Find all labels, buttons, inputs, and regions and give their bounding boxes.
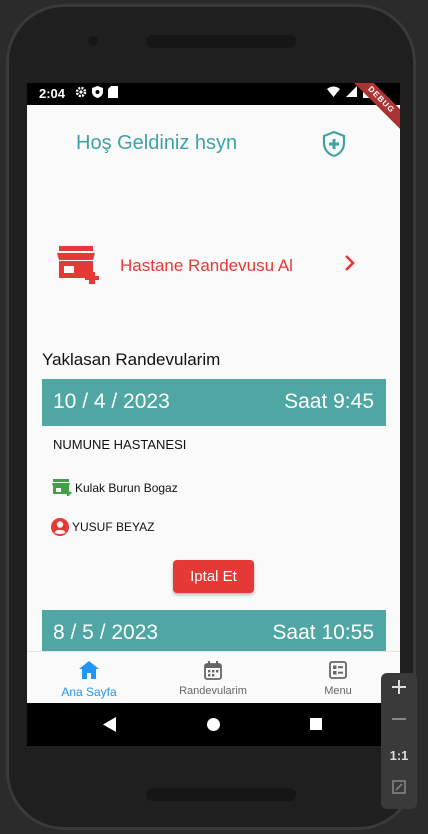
settings-icon: [75, 86, 87, 98]
appointment-time: Saat 10:55: [272, 621, 374, 644]
hospital-add-icon: [57, 246, 103, 289]
zoom-in-button[interactable]: [381, 679, 417, 700]
cancel-appointment-button[interactable]: Iptal Et: [173, 560, 254, 593]
home-button-icon[interactable]: [207, 718, 220, 731]
status-bar: 2:04 DEBUG: [27, 83, 400, 137]
shield-status-icon: [92, 86, 103, 98]
hospital-appointment-button[interactable]: Hastane Randevusu Al: [27, 223, 400, 305]
doctor-label: YUSUF BEYAZ: [72, 520, 155, 534]
home-icon: [27, 661, 151, 681]
appointment-hospital: NUMUNE HASTANESI: [53, 437, 187, 452]
status-icons-left: [75, 86, 118, 98]
zoom-ratio-button[interactable]: 1:1: [381, 748, 417, 763]
appointment-card-header: 10 / 4 / 2023 Saat 9:45: [42, 379, 386, 426]
shield-plus-icon[interactable]: [321, 130, 347, 163]
upcoming-appointments-title: Yaklasan Randevularim: [42, 350, 221, 369]
app-screen: 2:04 DEBUG Hoş Geldiniz hsyn Hastane Ran…: [27, 83, 400, 746]
chevron-right-icon: [343, 253, 357, 278]
nav-appointments-label: Randevularim: [179, 685, 247, 697]
nav-appointments[interactable]: Randevularim: [151, 652, 275, 704]
nav-home-label: Ana Sayfa: [61, 685, 117, 699]
appointment-department: Kulak Burun Bogaz: [52, 479, 178, 496]
welcome-title: Hoş Geldiniz hsyn: [76, 132, 238, 154]
appointment-card-header: 8 / 5 / 2023 Saat 10:55: [42, 610, 386, 657]
status-time: 2:04: [39, 86, 66, 101]
system-navigation-bar: [27, 703, 400, 746]
user-avatar-icon: [51, 518, 69, 536]
bottom-speaker: [146, 788, 296, 801]
hospital-appointment-label: Hastane Randevusu Al: [120, 256, 293, 275]
nav-home[interactable]: Ana Sayfa: [27, 652, 151, 704]
signal-icon: [346, 86, 357, 97]
sd-card-icon: [108, 86, 118, 98]
appointment-doctor: YUSUF BEYAZ: [50, 517, 154, 537]
appointment-date: 10 / 4 / 2023: [53, 390, 170, 413]
fit-screen-icon[interactable]: [381, 779, 417, 800]
front-camera: [88, 36, 98, 46]
wifi-icon: [327, 86, 340, 97]
appointment-time: Saat 9:45: [284, 390, 374, 413]
department-label: Kulak Burun Bogaz: [75, 480, 178, 495]
zoom-out-button[interactable]: [381, 711, 417, 732]
top-speaker: [146, 35, 296, 48]
bottom-navigation: Ana Sayfa Randevularim Menu: [27, 651, 400, 704]
emulator-zoom-controls: 1:1: [381, 673, 417, 809]
recent-apps-icon[interactable]: [310, 718, 322, 730]
appointment-date: 8 / 5 / 2023: [53, 621, 159, 644]
clinic-icon: [52, 479, 72, 496]
back-icon[interactable]: [103, 717, 117, 737]
calendar-icon: [151, 661, 275, 681]
